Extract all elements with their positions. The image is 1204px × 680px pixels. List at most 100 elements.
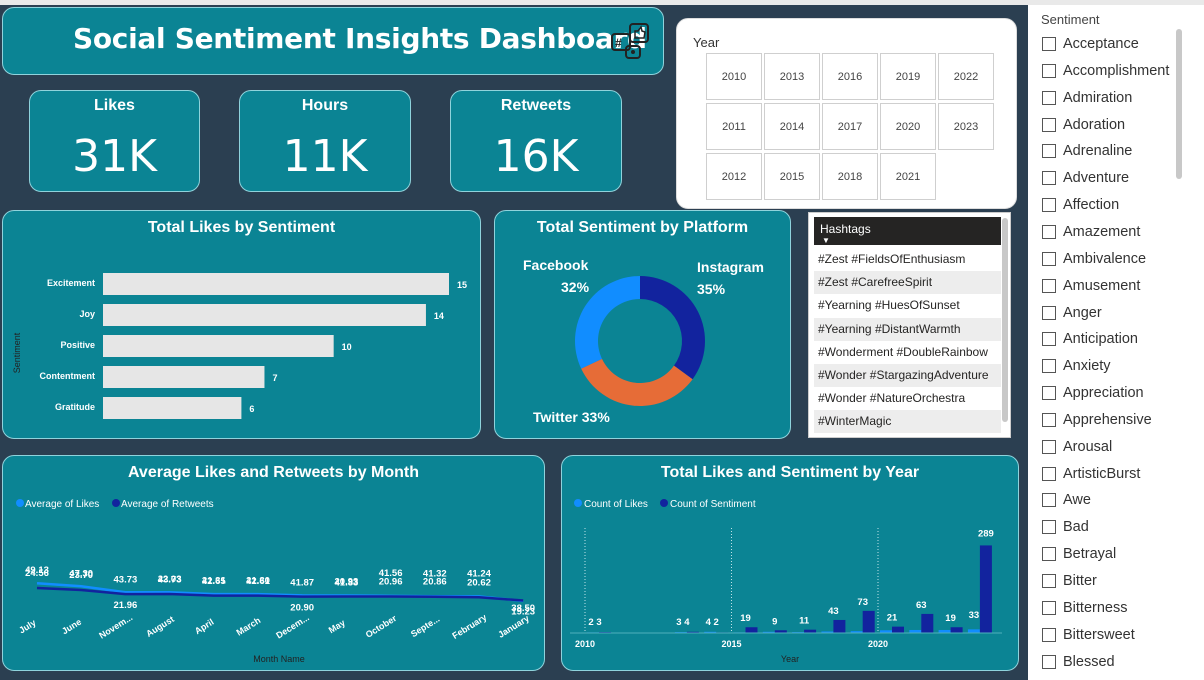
sentiment-item[interactable]: Amazement	[1042, 222, 1140, 242]
checkbox[interactable]	[1042, 493, 1056, 508]
year-button[interactable]: 2019	[880, 53, 936, 100]
checkbox[interactable]	[1042, 520, 1056, 535]
data-label: 21.96	[114, 600, 138, 611]
legend-label: Count of Likes	[584, 499, 648, 510]
year-button[interactable]: 2016	[822, 53, 878, 100]
year-button[interactable]: 2011	[706, 103, 762, 150]
year-button[interactable]: 2014	[764, 103, 820, 150]
hashtag-item[interactable]: #Wonder #NatureOrchestra	[814, 387, 1001, 410]
sentiment-item-label: Admiration	[1063, 89, 1133, 106]
x-tick-label: June	[60, 617, 83, 637]
year-button[interactable]: 2021	[880, 153, 936, 200]
data-label: 6	[249, 404, 254, 414]
sentiment-item[interactable]: Affection	[1042, 195, 1119, 215]
checkbox[interactable]	[1042, 332, 1056, 347]
sentiment-item-label: Anger	[1063, 304, 1102, 321]
likes-sentiment-by-year-plot: Count of Likes Count of Sentiment 2 3 3 4 4 …	[570, 499, 1002, 664]
sentiment-item[interactable]: Bitterness	[1042, 598, 1127, 618]
hashtag-item[interactable]: #Zest #FieldsOfEnthusiasm	[814, 248, 1001, 271]
checkbox[interactable]	[1042, 466, 1056, 481]
year-button[interactable]: 2015	[764, 153, 820, 200]
sentiment-item[interactable]: Bad	[1042, 517, 1089, 537]
sentiment-item[interactable]: Arousal	[1042, 437, 1112, 457]
sentiment-item[interactable]: Apprehensive	[1042, 410, 1152, 430]
data-label: 22.03	[158, 574, 182, 585]
sentiment-item[interactable]: Acceptance	[1042, 34, 1139, 54]
hashtag-item[interactable]: #Wonderment #DoubleRainbow	[814, 341, 1001, 364]
kpi-label: Likes	[94, 97, 135, 114]
category-label: Excitement	[47, 278, 95, 288]
data-label: 19	[740, 613, 751, 624]
checkbox[interactable]	[1042, 600, 1056, 615]
sentiment-by-platform-chart: Total Sentiment by Platform Facebook 32% I…	[494, 210, 791, 439]
hashtag-item[interactable]: #Zest #CarefreeSpirit	[814, 271, 1001, 295]
checkbox[interactable]	[1042, 251, 1056, 266]
checkbox[interactable]	[1042, 439, 1056, 454]
sentiment-item[interactable]: Blessed	[1042, 652, 1115, 672]
sentiment-item[interactable]: Anticipation	[1042, 329, 1138, 349]
year-button[interactable]: 2017	[822, 103, 878, 150]
checkbox[interactable]	[1042, 90, 1056, 105]
sentiment-item[interactable]: ArtisticBurst	[1042, 464, 1140, 484]
hashtag-scrollbar[interactable]	[1002, 218, 1008, 422]
checkbox[interactable]	[1042, 198, 1056, 213]
year-button[interactable]: 2013	[764, 53, 820, 100]
x-tick-label: August	[144, 614, 176, 639]
checkbox[interactable]	[1042, 574, 1056, 588]
checkbox[interactable]	[1042, 144, 1056, 159]
sentiment-item[interactable]: Admiration	[1042, 88, 1132, 108]
checkbox[interactable]	[1042, 63, 1056, 78]
checkbox[interactable]	[1042, 412, 1056, 427]
checkbox[interactable]	[1042, 224, 1056, 239]
sentiment-item[interactable]: Bitter	[1042, 571, 1097, 591]
sentiment-item[interactable]: Accomplishment	[1042, 61, 1169, 81]
kpi-label: Hours	[301, 97, 349, 114]
checkbox[interactable]	[1042, 171, 1056, 186]
year-button[interactable]: 2022	[938, 53, 994, 100]
sentiment-item-label: Accomplishment	[1063, 62, 1170, 79]
sentiment-scrollbar[interactable]	[1176, 29, 1182, 179]
sentiment-item[interactable]: Adoration	[1042, 115, 1125, 135]
hashtag-item[interactable]: #Wonder #StargazingAdventure	[814, 364, 1001, 387]
checkbox[interactable]	[1042, 117, 1056, 132]
hashtag-item[interactable]: #Yearning #DistantWarmth	[814, 317, 1001, 341]
year-button[interactable]: 2018	[822, 153, 878, 200]
checkbox[interactable]	[1042, 305, 1056, 320]
sentiment-item[interactable]: Amusement	[1042, 276, 1140, 296]
data-label: 43	[828, 606, 839, 617]
checkbox[interactable]	[1042, 278, 1056, 293]
checkbox[interactable]	[1042, 386, 1056, 401]
sentiment-item[interactable]: Adrenaline	[1042, 141, 1132, 161]
sentiment-item[interactable]: Ambivalence	[1042, 249, 1146, 269]
sentiment-item[interactable]: Bittersweet	[1042, 625, 1135, 645]
category-label: Gratitude	[55, 402, 95, 412]
checkbox[interactable]	[1042, 359, 1056, 374]
hashtag-item[interactable]: #Yearning #HuesOfSunset	[814, 294, 1001, 317]
sentiment-item[interactable]: Awe	[1042, 490, 1091, 510]
year-button[interactable]: 2010	[706, 53, 762, 100]
sentiment-item[interactable]: Anger	[1042, 303, 1102, 323]
kpi-card-likes: Likes 31K	[29, 90, 200, 192]
hashtag-slicer-header[interactable]: Hashtags ▼	[814, 217, 1001, 245]
data-label: 21.31	[202, 576, 226, 587]
year-slicer-label: Year	[693, 35, 720, 50]
checkbox[interactable]	[1042, 547, 1056, 562]
year-button[interactable]: 2012	[706, 153, 762, 200]
slice-value-label: 32%	[561, 279, 590, 295]
svg-text:#: #	[615, 36, 622, 50]
sentiment-item[interactable]: Appreciation	[1042, 383, 1144, 403]
checkbox[interactable]	[1042, 627, 1056, 642]
year-button[interactable]: 2023	[938, 103, 994, 150]
data-label: 33	[969, 610, 980, 621]
bar-sentiment	[950, 627, 963, 633]
x-tick-label: April	[193, 617, 216, 636]
hashtag-item[interactable]: #WinterMagic	[814, 410, 1001, 434]
sentiment-item[interactable]: Adventure	[1042, 168, 1129, 188]
sentiment-item[interactable]: Betrayal	[1042, 544, 1116, 564]
data-label: 20.96	[379, 576, 403, 587]
checkbox[interactable]	[1042, 37, 1056, 51]
year-button[interactable]: 2020	[880, 103, 936, 150]
checkbox[interactable]	[1042, 654, 1056, 669]
sentiment-slicer-label: Sentiment	[1041, 12, 1100, 27]
sentiment-item[interactable]: Anxiety	[1042, 356, 1111, 376]
